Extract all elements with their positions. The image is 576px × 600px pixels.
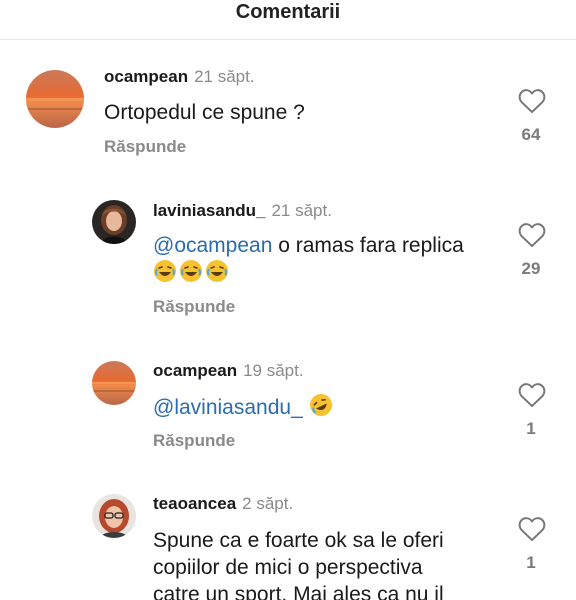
sunset-avatar-icon: [92, 361, 136, 405]
mention-link[interactable]: @laviniasandu_: [153, 396, 303, 419]
comment-text: Spune ca e foarte ok sa le oferi copiilo…: [153, 527, 493, 600]
profile-photo-icon: [92, 200, 136, 244]
comment-text: @laviniasandu_: [153, 393, 335, 424]
comment-time: 19 săpt.: [243, 361, 304, 380]
page-title: Comentarii: [235, 1, 341, 23]
comment-line: copiilor de mici o perspectiva: [153, 556, 423, 579]
comment-line: catre un sport. Mai ales ca nu il: [153, 583, 444, 600]
like-count: 1: [526, 553, 536, 572]
like-button[interactable]: [517, 382, 547, 408]
like-count: 1: [526, 419, 536, 438]
comment-username[interactable]: teaoancea: [153, 494, 236, 513]
like-count: 64: [521, 125, 541, 144]
heart-icon: [518, 223, 546, 248]
heart-icon: [518, 383, 546, 408]
reply-button[interactable]: Răspunde: [153, 297, 235, 317]
avatar[interactable]: [26, 70, 84, 128]
reply-button[interactable]: Răspunde: [104, 137, 186, 157]
like-button[interactable]: [517, 88, 547, 114]
laughing-tears-emoji: [179, 259, 203, 290]
comment-text: @ocampean o ramas fara replica: [153, 232, 493, 290]
laughing-tears-emoji: [153, 259, 177, 290]
comment-time: 21 săpt.: [271, 201, 332, 220]
avatar[interactable]: [92, 200, 136, 244]
heart-icon: [518, 89, 546, 114]
laughing-tears-emoji: [205, 259, 229, 290]
like-count: 29: [521, 259, 541, 278]
avatar[interactable]: [92, 361, 136, 405]
like-button[interactable]: [517, 516, 547, 542]
rolling-laughing-emoji: [309, 393, 333, 424]
comment-text: Ortopedul ce spune ?: [104, 101, 305, 124]
comment-username[interactable]: laviniasandu_: [153, 201, 265, 220]
heart-icon: [518, 517, 546, 542]
avatar[interactable]: [92, 494, 136, 538]
reply-button[interactable]: Răspunde: [153, 431, 235, 451]
sunset-avatar-icon: [26, 70, 84, 128]
comment-time: 2 săpt.: [242, 494, 294, 513]
comment-username[interactable]: ocampean: [104, 67, 188, 86]
comment-time: 21 săpt.: [194, 67, 255, 86]
comments-header: Comentarii: [0, 0, 576, 40]
comment-username[interactable]: ocampean: [153, 361, 237, 380]
mention-link[interactable]: @ocampean: [153, 234, 272, 257]
like-button[interactable]: [517, 222, 547, 248]
comment-line: Spune ca e foarte ok sa le oferi: [153, 529, 444, 552]
profile-photo-icon: [92, 494, 136, 538]
